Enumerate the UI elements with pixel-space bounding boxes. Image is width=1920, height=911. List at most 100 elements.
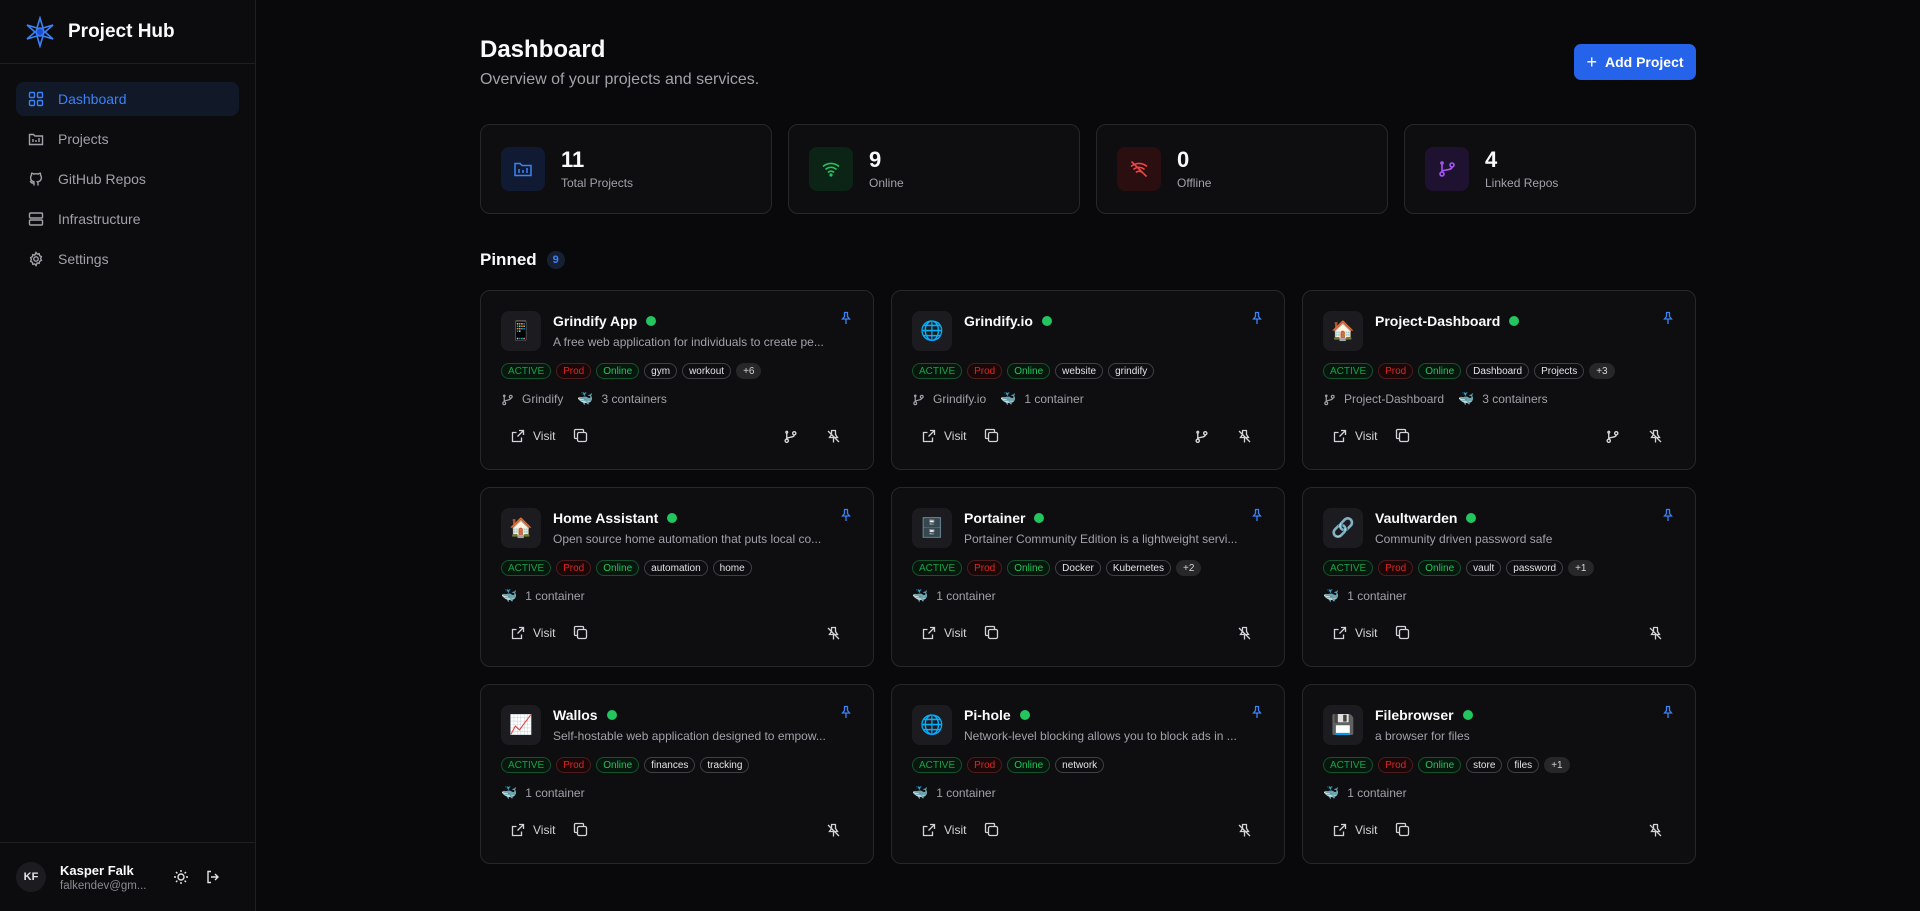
unpin-button[interactable] [1237,626,1252,641]
unpin-button[interactable] [1648,823,1663,838]
visit-button[interactable]: Visit [501,429,555,443]
stats-row: 11 Total Projects 9 Online 0 Offline 4 L… [480,124,1696,214]
project-name[interactable]: Home Assistant [553,510,658,526]
visit-button[interactable]: Visit [1323,823,1377,837]
copy-icon [1396,822,1410,837]
project-card[interactable]: 📈 Wallos Self-hostable web application d… [480,684,874,864]
tag-chip: automation [644,560,708,576]
card-actions: Visit [501,818,853,842]
pin-icon[interactable] [839,508,853,522]
project-name[interactable]: Vaultwarden [1375,510,1457,526]
visit-button[interactable]: Visit [912,626,966,640]
unpin-icon [1649,823,1662,836]
pin-icon[interactable] [1250,508,1264,522]
copy-button[interactable] [1395,428,1411,444]
health-badge: Online [1007,757,1051,773]
copy-button[interactable] [1395,625,1411,641]
health-badge: Online [1007,363,1051,379]
project-card[interactable]: 🌐 Grindify.io ACTIVE Prod Online website gri… [891,290,1285,470]
avatar[interactable]: KF [16,862,46,892]
pin-icon[interactable] [1661,508,1675,522]
visit-button[interactable]: Visit [1323,429,1377,443]
copy-icon [985,625,999,640]
docker-icon: 🐳 [1000,391,1017,406]
project-name[interactable]: Grindify App [553,313,637,329]
project-card[interactable]: 🏠 Home Assistant Open source home automa… [480,487,874,667]
pin-icon[interactable] [1250,311,1264,325]
unpin-button[interactable] [1648,626,1663,641]
project-name[interactable]: Pi-hole [964,707,1011,723]
project-name[interactable]: Filebrowser [1375,707,1454,723]
visit-button[interactable]: Visit [501,823,555,837]
project-card[interactable]: 🏠 Project-Dashboard ACTIVE Prod Online Dash… [1302,290,1696,470]
project-card[interactable]: 🔗 Vaultwarden Community driven password … [1302,487,1696,667]
repo-link[interactable]: Grindify.io [912,392,986,406]
env-badge: Prod [556,560,592,576]
brand[interactable]: Project Hub [0,0,255,64]
pin-icon[interactable] [1661,705,1675,719]
tag-list: ACTIVE Prod Online store files +1 [1323,757,1570,773]
pin-icon[interactable] [839,311,853,325]
status-dot [1019,710,1030,720]
project-card[interactable]: 📱 Grindify App A free web application fo… [480,290,874,470]
app-name: Project Hub [68,20,175,42]
project-name[interactable]: Portainer [964,510,1025,526]
project-card[interactable]: 🌐 Pi-hole Network-level blocking allows … [891,684,1285,864]
gear-icon [29,251,43,267]
sidebar-item-github-repos[interactable]: GitHub Repos [16,162,239,196]
project-name[interactable]: Project-Dashboard [1375,313,1500,329]
visit-button[interactable]: Visit [912,823,966,837]
container-count: 3 containers [1482,392,1548,406]
copy-button[interactable] [573,428,589,444]
project-name[interactable]: Wallos [553,707,598,723]
visit-button[interactable]: Visit [501,626,555,640]
visit-button[interactable]: Visit [912,429,966,443]
project-card[interactable]: 💾 Filebrowser a browser for files ACTIVE… [1302,684,1696,864]
copy-icon [985,428,999,443]
unpin-button[interactable] [826,823,841,838]
copy-button[interactable] [573,822,589,838]
repo-button[interactable] [1194,429,1209,444]
sidebar-item-dashboard[interactable]: Dashboard [16,82,239,116]
unpin-button[interactable] [826,429,841,444]
repo-link[interactable]: Project-Dashboard [1323,392,1444,406]
status-dot [1509,316,1520,326]
tag-chip: network [1055,757,1105,773]
more-tags-badge: +3 [1589,363,1615,379]
unpin-button[interactable] [1237,429,1252,444]
status-dot [606,710,617,720]
copy-button[interactable] [984,822,1000,838]
repo-button[interactable] [783,429,798,444]
pin-icon[interactable] [1661,311,1675,325]
status-badge: ACTIVE [501,363,552,379]
copy-button[interactable] [573,625,589,641]
project-description: Self-hostable web application designed t… [553,729,826,743]
tag-chip: store [1466,757,1503,773]
sidebar-item-settings[interactable]: Settings [16,242,239,276]
copy-button[interactable] [1395,822,1411,838]
add-project-label: Add Project [1604,54,1684,70]
unpin-button[interactable] [826,626,841,641]
tag-list: ACTIVE Prod Online Dashboard Projects +3 [1323,363,1615,379]
unpin-button[interactable] [1648,429,1663,444]
card-right-actions [1648,626,1675,641]
tag-chip: Kubernetes [1105,560,1171,576]
sidebar-item-infrastructure[interactable]: Infrastructure [16,202,239,236]
pin-icon[interactable] [1250,705,1264,719]
logout-button[interactable] [202,866,224,888]
unpin-button[interactable] [1237,823,1252,838]
copy-button[interactable] [984,625,1000,641]
add-project-button[interactable]: + Add Project [1574,44,1696,80]
health-badge: Online [1418,560,1462,576]
project-card[interactable]: 🗄️ Portainer Portainer Community Edition… [891,487,1285,667]
project-name[interactable]: Grindify.io [964,313,1033,329]
stat-online: 9 Online [788,124,1080,214]
theme-toggle-button[interactable] [170,866,192,888]
docker-icon: 🐳 [501,588,518,603]
visit-button[interactable]: Visit [1323,626,1377,640]
copy-button[interactable] [984,428,1000,444]
repo-link[interactable]: Grindify [501,392,563,406]
pin-icon[interactable] [839,705,853,719]
repo-button[interactable] [1605,429,1620,444]
sidebar-item-projects[interactable]: Projects [16,122,239,156]
